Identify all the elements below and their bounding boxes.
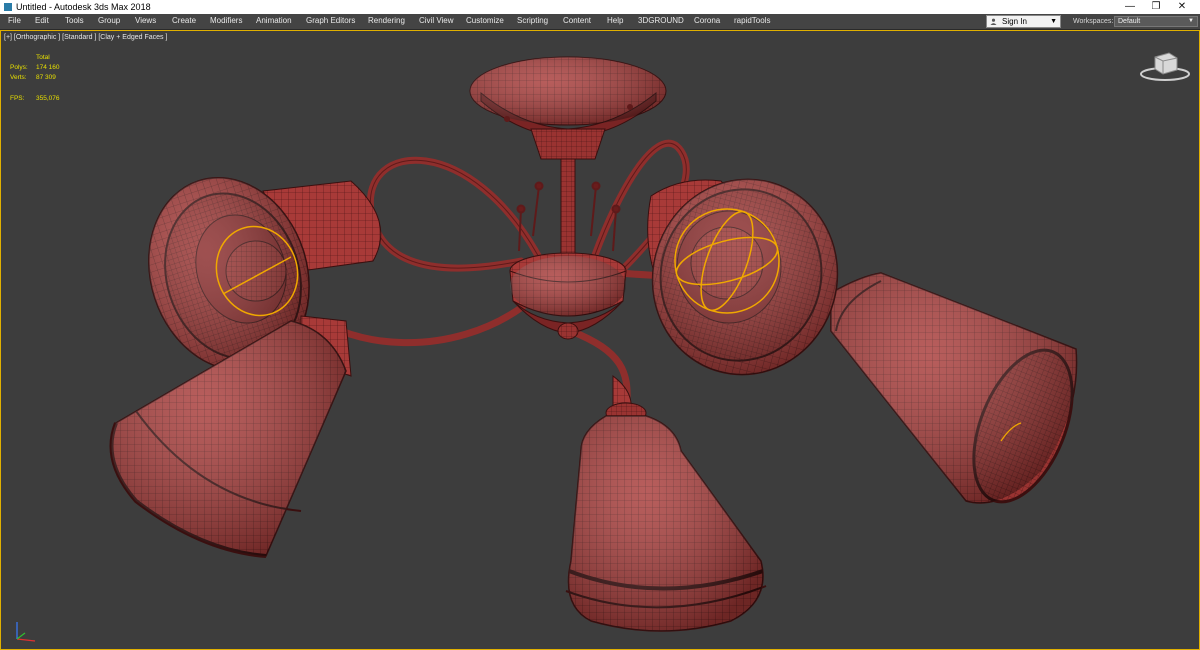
menu-customize[interactable]: Customize	[466, 14, 504, 29]
workspaces-label: Workspaces:	[1073, 18, 1114, 25]
workspaces-value: Default	[1118, 18, 1141, 25]
axis-tripod-icon	[16, 622, 36, 642]
shade-upper-right	[647, 178, 839, 376]
viewcube-icon[interactable]	[1139, 49, 1191, 83]
central-hub	[509, 252, 627, 340]
stats-verts-value: 87 309	[36, 74, 56, 81]
workspaces-select[interactable]: Default ▼	[1114, 16, 1198, 27]
menu-animation[interactable]: Animation	[256, 14, 292, 29]
sign-in-label: Sign In	[1002, 17, 1027, 26]
stats-verts-label: Verts:	[10, 74, 27, 81]
menu-create[interactable]: Create	[172, 14, 196, 29]
menu-scripting[interactable]: Scripting	[517, 14, 548, 29]
chandelier-model[interactable]	[1, 31, 1200, 650]
menu-bar: File Edit Tools Group Views Create Modif…	[0, 14, 1200, 30]
stats-polys-label: Polys:	[10, 64, 28, 71]
menu-content[interactable]: Content	[563, 14, 591, 29]
menu-tools[interactable]: Tools	[65, 14, 84, 29]
shade-bottom-center	[565, 374, 767, 632]
menu-civil-view[interactable]: Civil View	[419, 14, 454, 29]
menu-rapidtools[interactable]: rapidTools	[734, 14, 770, 29]
shade-right	[830, 272, 1078, 504]
menu-3dground[interactable]: 3DGROUND	[638, 14, 684, 29]
maximize-button[interactable]: ❐	[1143, 0, 1169, 14]
menu-views[interactable]: Views	[135, 14, 156, 29]
menu-help[interactable]: Help	[607, 14, 623, 29]
close-button[interactable]: ✕	[1169, 0, 1195, 14]
stats-polys-value: 174 160	[36, 64, 60, 71]
stats-fps-value: 355,076	[36, 95, 60, 102]
menu-rendering[interactable]: Rendering	[368, 14, 405, 29]
viewport-label[interactable]: [+] [Orthographic ] [Standard ] [Clay + …	[4, 34, 167, 41]
window-title: Untitled - Autodesk 3ds Max 2018	[16, 2, 151, 12]
menu-corona[interactable]: Corona	[694, 14, 720, 29]
title-bar: Untitled - Autodesk 3ds Max 2018 — ❐ ✕	[0, 0, 1200, 14]
sign-in-dropdown[interactable]: Sign In ▼	[986, 15, 1061, 28]
minimize-button[interactable]: —	[1117, 0, 1143, 14]
menu-modifiers[interactable]: Modifiers	[210, 14, 242, 29]
menu-group[interactable]: Group	[98, 14, 120, 29]
stats-total-header: Total	[36, 54, 50, 61]
chevron-down-icon: ▼	[1050, 18, 1057, 25]
chevron-down-icon: ▼	[1188, 18, 1194, 24]
canopy	[469, 56, 667, 160]
user-icon	[990, 18, 997, 25]
perspective-viewport[interactable]: [+] [Orthographic ] [Standard ] [Clay + …	[0, 30, 1200, 650]
stats-fps-label: FPS:	[10, 95, 25, 102]
app-icon	[4, 3, 12, 11]
menu-graph-editors[interactable]: Graph Editors	[306, 14, 355, 29]
menu-edit[interactable]: Edit	[35, 14, 49, 29]
menu-file[interactable]: File	[8, 14, 21, 29]
